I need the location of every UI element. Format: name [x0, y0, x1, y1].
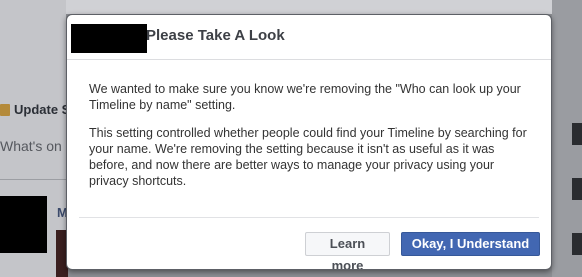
status-composer-placeholder: What's on — [0, 138, 62, 154]
redacted-logo — [71, 24, 147, 53]
dialog-paragraph-2: This setting controlled whether people c… — [89, 126, 527, 188]
redacted-avatar — [0, 196, 47, 253]
background-sidebar-block — [572, 178, 582, 200]
dialog-paragraph-1: We wanted to make sure you know we're re… — [89, 82, 521, 112]
dialog-title: Please Take A Look — [146, 27, 285, 44]
dialog-body: We wanted to make sure you know we're re… — [89, 81, 529, 201]
update-status-label: Update S — [14, 102, 66, 117]
pencil-icon — [0, 104, 10, 116]
background-sidebar-block — [572, 233, 582, 255]
update-status-tab: Update S — [0, 98, 66, 122]
okay-understand-button[interactable]: Okay, I Understand — [401, 232, 540, 256]
background-divider — [0, 179, 66, 180]
privacy-notice-dialog: Please Take A Look We wanted to make sur… — [66, 14, 552, 270]
background-top-bar — [0, 0, 582, 14]
dialog-footer-divider — [79, 217, 539, 218]
background-sidebar-block — [572, 123, 582, 145]
dialog-header: Please Take A Look — [67, 15, 551, 60]
learn-more-button[interactable]: Learn more — [305, 232, 390, 269]
